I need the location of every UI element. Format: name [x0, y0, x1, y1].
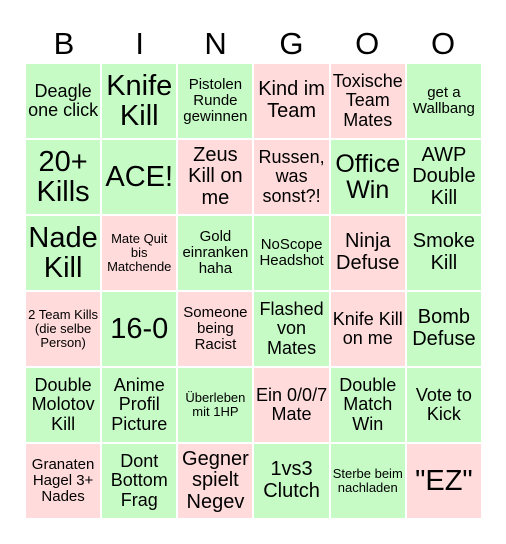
bingo-cell[interactable]: Überleben mit 1HP: [178, 368, 253, 442]
bingo-cell[interactable]: Pistolen Runde gewinnen: [178, 64, 253, 138]
bingo-cell[interactable]: Knife Kill on me: [330, 292, 405, 366]
bingo-cell[interactable]: Dont Bottom Frag: [102, 444, 177, 518]
bingo-cell[interactable]: 2 Team Kills (die selbe Person): [26, 292, 101, 366]
bingo-cell[interactable]: Flashed von Mates: [254, 292, 329, 366]
bingo-cell[interactable]: Gegner spielt Negev: [178, 444, 253, 518]
bingo-cell[interactable]: Deagle one click: [26, 64, 101, 138]
bingo-cell[interactable]: Someone being Racist: [178, 292, 253, 366]
header-letter: N: [204, 26, 227, 61]
bingo-cell[interactable]: Ninja Defuse: [330, 216, 405, 290]
bingo-cell[interactable]: Granaten Hagel 3+ Nades: [26, 444, 101, 518]
bingo-cell[interactable]: Double Match Win: [330, 368, 405, 442]
bingo-cell[interactable]: Smoke Kill: [406, 216, 481, 290]
bingo-cell[interactable]: Mate Quit bis Matchende: [102, 216, 177, 290]
bingo-cell[interactable]: Ein 0/0/7 Mate: [254, 368, 329, 442]
bingo-cell[interactable]: Kind im Team: [254, 64, 329, 138]
bingo-cell[interactable]: Double Molotov Kill: [26, 368, 101, 442]
bingo-cell[interactable]: Anime Profil Picture: [102, 368, 177, 442]
bingo-cell[interactable]: AWP Double Kill: [406, 140, 481, 214]
bingo-cell[interactable]: Russen, was sonst?!: [254, 140, 329, 214]
bingo-cell[interactable]: 1vs3 Clutch: [254, 444, 329, 518]
bingo-cell[interactable]: Knife Kill: [102, 64, 177, 138]
header-letter: O: [355, 26, 380, 61]
bingo-cell[interactable]: Sterbe beim nachladen: [330, 444, 405, 518]
bingo-cell[interactable]: 20+ Kills: [26, 140, 101, 214]
bingo-header: B I N G O O: [26, 24, 481, 64]
bingo-cell[interactable]: "EZ": [406, 444, 481, 518]
bingo-cell[interactable]: Vote to Kick: [406, 368, 481, 442]
bingo-cell[interactable]: ACE!: [102, 140, 177, 214]
bingo-cell[interactable]: Bomb Defuse: [406, 292, 481, 366]
bingo-cell[interactable]: NoScope Headshot: [254, 216, 329, 290]
header-letter: O: [431, 26, 456, 61]
header-letter: B: [53, 26, 75, 61]
header-letter: I: [135, 26, 145, 61]
bingo-cell[interactable]: Toxische Team Mates: [330, 64, 405, 138]
bingo-cell[interactable]: get a Wallbang: [406, 64, 481, 138]
bingo-board: Deagle one click Knife Kill Pistolen Run…: [26, 64, 481, 518]
bingo-cell[interactable]: Gold einranken haha: [178, 216, 253, 290]
header-letter: G: [279, 26, 304, 61]
bingo-cell[interactable]: Zeus Kill on me: [178, 140, 253, 214]
bingo-cell[interactable]: 16-0: [102, 292, 177, 366]
bingo-cell[interactable]: Office Win: [330, 140, 405, 214]
bingo-cell[interactable]: Nade Kill: [26, 216, 101, 290]
